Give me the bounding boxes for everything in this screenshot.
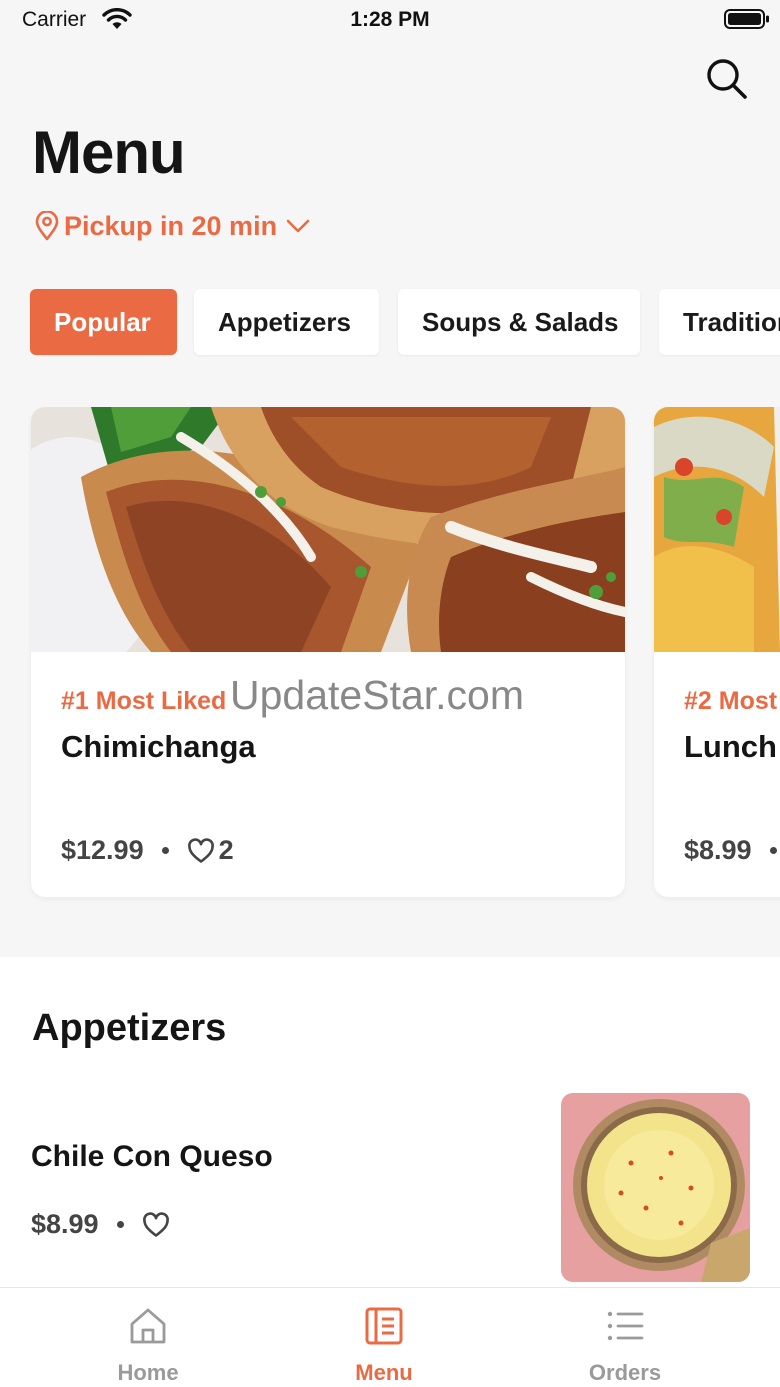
item-price: $8.99 <box>684 835 752 865</box>
tab-menu-label: Menu <box>355 1360 413 1385</box>
list-icon <box>607 1311 644 1341</box>
heart-icon[interactable] <box>142 1211 170 1238</box>
category-tabs: Popular Appetizers Soups & Salads Tradit… <box>0 287 780 357</box>
popular-card[interactable]: #2 Most Liked Lunch Tacos $8.99 <box>654 407 780 897</box>
like-count: 2 <box>218 835 234 865</box>
rank-badge: #2 Most Liked <box>684 687 780 715</box>
tab-appetizers[interactable]: Appetizers <box>194 289 379 355</box>
page-title: Menu <box>32 119 186 186</box>
bottom-tab-bar: Home Menu Orders <box>0 1287 780 1387</box>
chevron-down-icon <box>286 219 310 233</box>
item-price: $12.99 <box>61 835 144 865</box>
menu-item-row[interactable]: Chile Con Queso $8.99 <box>0 1092 780 1287</box>
pickup-label: Pickup in 20 min <box>64 210 278 241</box>
item-price: $8.99 <box>31 1209 99 1239</box>
tab-traditional[interactable]: Traditional <box>659 289 780 355</box>
item-name: Chile Con Queso <box>31 1140 273 1173</box>
separator-dot <box>769 847 777 854</box>
clock: 1:28 PM <box>350 8 430 31</box>
item-meta: $8.99 <box>684 835 780 866</box>
watermark: UpdateStar.com <box>230 672 524 718</box>
chimichanga-photo <box>31 407 625 652</box>
rank-badge: #1 Most Liked <box>61 687 227 715</box>
status-bar: Carrier 1:28 PM <box>0 0 780 40</box>
item-name: Lunch Tacos <box>684 729 780 764</box>
separator-dot <box>116 1221 124 1228</box>
tacos-photo <box>654 407 780 652</box>
home-icon <box>130 1308 166 1344</box>
menu-book-icon <box>365 1307 403 1345</box>
tab-menu[interactable]: Menu <box>294 1288 474 1387</box>
tab-home-label: Home <box>117 1360 179 1385</box>
tab-soups-salads[interactable]: Soups & Salads <box>398 289 640 355</box>
appetizers-section: Appetizers Chile Con Queso $8.99 <box>0 957 780 1287</box>
pickup-time-selector[interactable]: Pickup in 20 min <box>34 208 311 244</box>
search-icon <box>707 59 747 99</box>
location-pin-icon <box>35 211 59 241</box>
section-title: Appetizers <box>32 1007 227 1049</box>
heart-icon[interactable] <box>187 837 215 864</box>
item-name: Chimichanga <box>61 729 256 764</box>
item-meta: $8.99 <box>31 1209 170 1240</box>
battery-icon <box>724 9 769 29</box>
popular-card[interactable]: #1 Most Liked Chimichanga $12.99 2 <box>31 407 625 897</box>
separator-dot <box>161 847 169 854</box>
tab-orders[interactable]: Orders <box>535 1288 715 1387</box>
search-button[interactable] <box>704 56 748 100</box>
popular-carousel: #1 Most Liked Chimichanga $12.99 2 #2 Mo… <box>0 407 780 907</box>
tab-home[interactable]: Home <box>58 1288 238 1387</box>
item-meta: $12.99 2 <box>61 835 234 866</box>
tab-orders-label: Orders <box>588 1360 662 1385</box>
queso-photo <box>561 1093 750 1282</box>
tab-popular[interactable]: Popular <box>30 289 177 355</box>
